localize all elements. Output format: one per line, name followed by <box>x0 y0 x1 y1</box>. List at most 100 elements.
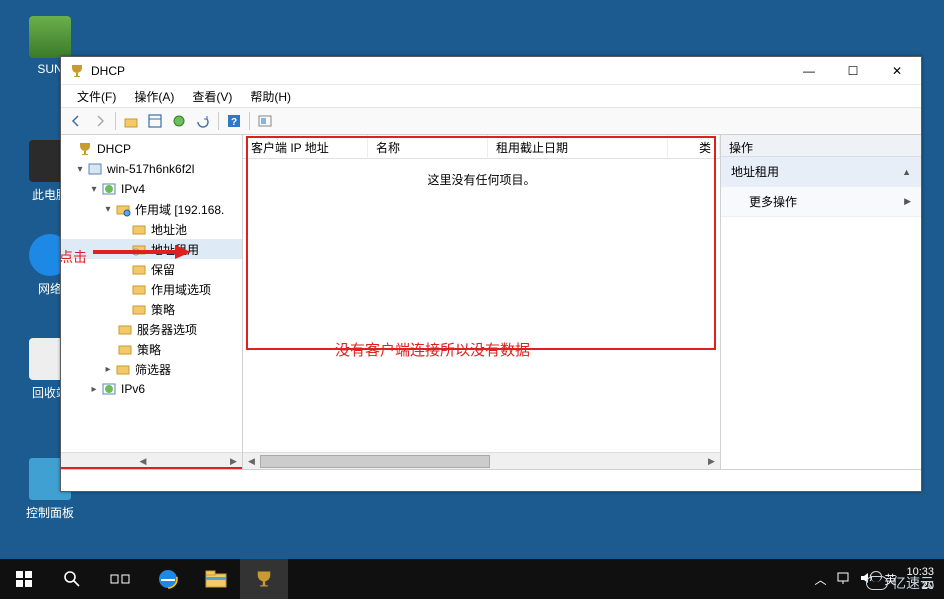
folder-icon <box>117 321 133 337</box>
tree-node-server-options[interactable]: 服务器选项 <box>61 319 242 339</box>
toolbar-refresh-button[interactable] <box>192 110 214 132</box>
menu-help[interactable]: 帮助(H) <box>242 86 299 107</box>
toolbar-back-button[interactable] <box>65 110 87 132</box>
window-maximize-button[interactable]: ☐ <box>831 57 875 85</box>
toolbar-separator <box>249 112 250 130</box>
taskbar-ie-button[interactable] <box>144 559 192 599</box>
tree-label: 服务器选项 <box>137 321 197 338</box>
scope-tree[interactable]: DHCP ▾ win-517h6nk6f2l <box>61 139 242 399</box>
tree-node-policies[interactable]: 策略 <box>61 299 242 319</box>
chevron-down-icon[interactable]: ▾ <box>101 204 115 215</box>
titlebar[interactable]: DHCP — ☐ ✕ <box>61 57 921 85</box>
tree-node-filters[interactable]: ▸ 筛选器 <box>61 359 242 379</box>
scope-icon <box>115 201 131 217</box>
watermark-label: 亿速云 <box>892 573 934 593</box>
folder-icon <box>131 221 147 237</box>
dhcp-window: DHCP — ☐ ✕ 文件(F) 操作(A) 查看(V) 帮助(H) ? <box>60 56 922 492</box>
chevron-down-icon[interactable]: ▾ <box>73 164 87 175</box>
tree-node-ipv4[interactable]: ▾ IPv4 <box>61 179 242 199</box>
column-type[interactable]: 类 <box>668 135 720 158</box>
content-area: DHCP ▾ win-517h6nk6f2l <box>61 135 921 469</box>
scroll-right-icon[interactable]: ▶ <box>225 453 242 470</box>
window-close-button[interactable]: ✕ <box>875 57 919 85</box>
tree-pane: DHCP ▾ win-517h6nk6f2l <box>61 135 243 469</box>
toolbar-separator <box>218 112 219 130</box>
taskbar-explorer-button[interactable] <box>192 559 240 599</box>
list-horizontal-scrollbar[interactable]: ◀ ▶ <box>243 452 720 469</box>
actions-row-label: 地址租用 <box>731 163 779 180</box>
scroll-thumb[interactable] <box>260 455 490 468</box>
dhcp-icon <box>77 141 93 157</box>
desktop-shortcut-label: 控制面板 <box>20 504 80 521</box>
toolbar-help-button[interactable]: ? <box>223 110 245 132</box>
tree-node-scope[interactable]: ▾ 作用域 [192.168. <box>61 199 242 219</box>
taskbar: ︿ 英 10:33 20 <box>0 559 944 599</box>
annotation-nodata-label: 没有客户端连接所以没有数据 <box>335 339 530 360</box>
tree-label: 策略 <box>137 341 161 358</box>
tree-label: 保留 <box>151 261 175 278</box>
folder-icon <box>131 281 147 297</box>
actions-row-label: 更多操作 <box>731 193 797 210</box>
menubar: 文件(F) 操作(A) 查看(V) 帮助(H) <box>61 85 921 107</box>
tree-label: 作用域 [192.168. <box>135 201 224 218</box>
statusbar <box>61 469 921 491</box>
tree-node-ipv6[interactable]: ▸ IPv6 <box>61 379 242 399</box>
actions-row-leases[interactable]: 地址租用 ▲ <box>721 157 921 187</box>
taskbar-dhcp-button[interactable] <box>240 559 288 599</box>
chevron-right-icon[interactable]: ▸ <box>87 384 101 395</box>
annotation-list-highlight <box>246 136 716 350</box>
toolbar-filter-button[interactable] <box>254 110 276 132</box>
tray-chevron-up-icon[interactable]: ︿ <box>814 571 826 588</box>
actions-header: 操作 <box>721 135 921 157</box>
cloud-icon <box>866 576 888 590</box>
tray-network-icon[interactable] <box>836 571 850 588</box>
column-name[interactable]: 名称 <box>368 135 488 158</box>
server-icon <box>87 161 103 177</box>
scroll-right-icon[interactable]: ▶ <box>703 453 720 470</box>
toolbar-show-hide-button[interactable] <box>144 110 166 132</box>
tree-label: win-517h6nk6f2l <box>107 162 194 176</box>
actions-row-more[interactable]: 更多操作 ▶ <box>721 187 921 217</box>
folder-icon <box>115 361 131 377</box>
leases-icon <box>131 241 147 257</box>
tree-node-pool[interactable]: 地址池 <box>61 219 242 239</box>
tree-label: 作用域选项 <box>151 281 211 298</box>
start-button[interactable] <box>0 559 48 599</box>
toolbar: ? <box>61 107 921 135</box>
tree-node-leases[interactable]: 地址租用 <box>61 239 242 259</box>
chevron-right-icon[interactable]: ▸ <box>101 364 115 375</box>
toolbar-up-button[interactable] <box>120 110 142 132</box>
menu-file[interactable]: 文件(F) <box>69 86 124 107</box>
folder-icon <box>131 261 147 277</box>
actions-pane: 操作 地址租用 ▲ 更多操作 ▶ <box>721 135 921 469</box>
scroll-left-icon[interactable]: ◀ <box>243 453 260 470</box>
scroll-left-icon[interactable]: ◀ <box>135 453 152 470</box>
tree-node-policies2[interactable]: 策略 <box>61 339 242 359</box>
column-client-ip[interactable]: 客户端 IP 地址 <box>243 135 368 158</box>
list-empty-message: 这里没有任何项目。 <box>243 171 720 188</box>
folder-icon <box>131 301 147 317</box>
toolbar-export-button[interactable] <box>168 110 190 132</box>
window-title: DHCP <box>91 64 787 78</box>
watermark: 亿速云 <box>866 573 934 593</box>
tree-node-reservations[interactable]: 保留 <box>61 259 242 279</box>
tree-horizontal-scrollbar[interactable]: ◀ ▶ <box>61 452 242 469</box>
ipv4-icon <box>101 181 117 197</box>
tree-node-scope-options[interactable]: 作用域选项 <box>61 279 242 299</box>
menu-view[interactable]: 查看(V) <box>184 86 240 107</box>
tree-node-server[interactable]: ▾ win-517h6nk6f2l <box>61 159 242 179</box>
taskbar-search-button[interactable] <box>48 559 96 599</box>
tree-node-dhcp-root[interactable]: DHCP <box>61 139 242 159</box>
toolbar-separator <box>115 112 116 130</box>
menu-action[interactable]: 操作(A) <box>126 86 182 107</box>
tree-label: 地址池 <box>151 221 187 238</box>
taskbar-taskview-button[interactable] <box>96 559 144 599</box>
column-expire[interactable]: 租用截止日期 <box>488 135 668 158</box>
annotation-click-label: 点击 <box>61 247 87 267</box>
toolbar-forward-button[interactable] <box>89 110 111 132</box>
tree-label: IPv4 <box>121 182 145 196</box>
chevron-down-icon[interactable]: ▾ <box>87 184 101 195</box>
ipv6-icon <box>101 381 117 397</box>
window-minimize-button[interactable]: — <box>787 57 831 85</box>
tree-label: 地址租用 <box>151 241 199 258</box>
